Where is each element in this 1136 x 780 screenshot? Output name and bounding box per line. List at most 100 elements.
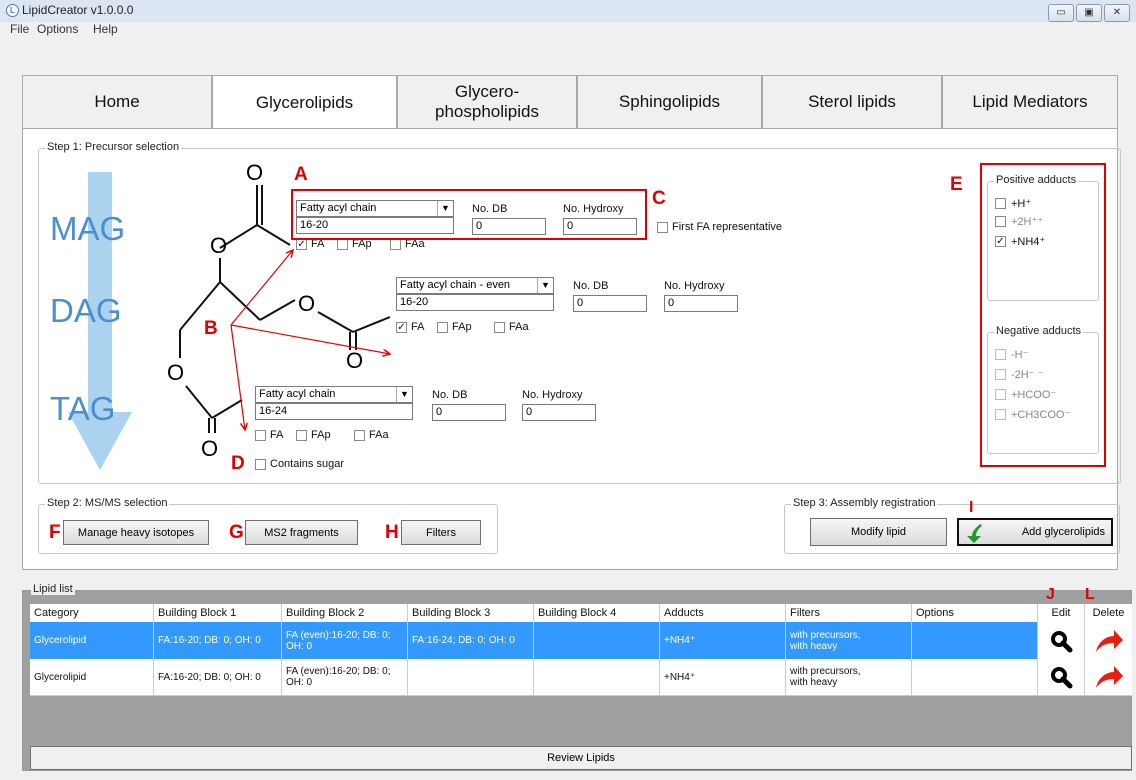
- adduct-2h-label: +2H⁺⁺: [1011, 216, 1044, 228]
- header-edit[interactable]: Edit: [1038, 604, 1085, 622]
- tab-sterol-lipids[interactable]: Sterol lipids: [762, 75, 942, 128]
- annotation-d: D: [231, 453, 245, 474]
- fa2-fa-label: FA: [411, 321, 425, 333]
- tab-lipid-mediators[interactable]: Lipid Mediators: [942, 75, 1118, 128]
- fa2-fap-label: FAp: [452, 321, 472, 333]
- fa1-fap-checkbox[interactable]: [337, 239, 348, 250]
- tab-bar: Home Glycerolipids Glycero- phospholipid…: [22, 75, 1118, 130]
- menu-options[interactable]: Options: [37, 22, 78, 36]
- cell-building-block-1: FA:16-20; DB: 0; OH: 0: [154, 622, 282, 659]
- fa3-hydroxy-label: No. Hydroxy: [522, 389, 583, 401]
- delete-arrow-icon: [1095, 666, 1123, 688]
- fa3-fap-checkbox[interactable]: [296, 430, 307, 441]
- fa3-faa-checkbox[interactable]: [354, 430, 365, 441]
- header-category[interactable]: Category: [30, 604, 154, 622]
- table-row[interactable]: Glycerolipid FA:16-20; DB: 0; OH: 0 FA (…: [30, 622, 1132, 659]
- fa3-range-input[interactable]: 16-24: [255, 403, 413, 420]
- modify-lipid-button[interactable]: Modify lipid: [810, 518, 947, 546]
- fa2-chain-value: Fatty acyl chain - even: [400, 279, 511, 291]
- fa2-hydroxy-input[interactable]: 0: [664, 295, 738, 312]
- cell-options: [912, 622, 1038, 659]
- header-building-block-3[interactable]: Building Block 3: [408, 604, 534, 622]
- fa3-chain-select[interactable]: Fatty acyl chain ▼: [255, 386, 413, 403]
- header-building-block-2[interactable]: Building Block 2: [282, 604, 408, 622]
- green-arrow-icon: [967, 524, 982, 543]
- annotation-c: C: [652, 188, 666, 209]
- cell-building-block-4: [534, 659, 660, 695]
- menu-bar: [0, 22, 1136, 40]
- fa3-db-label: No. DB: [432, 389, 468, 401]
- review-lipids-button[interactable]: Review Lipids: [30, 746, 1132, 770]
- adduct-2h-checkbox[interactable]: [995, 216, 1006, 227]
- app-icon: L: [6, 4, 19, 17]
- cell-adducts: +NH4⁺: [660, 659, 786, 695]
- adduct-neg-2h-checkbox[interactable]: [995, 369, 1006, 380]
- fa3-fa-checkbox[interactable]: [255, 430, 266, 441]
- fa3-db-input[interactable]: 0: [432, 404, 506, 421]
- adduct-h-checkbox[interactable]: [995, 198, 1006, 209]
- tab-glycerophospholipids[interactable]: Glycero- phospholipids: [397, 75, 577, 128]
- adduct-ch3coo-checkbox[interactable]: [995, 409, 1006, 420]
- cell-building-block-3: [408, 659, 534, 695]
- header-filters[interactable]: Filters: [786, 604, 912, 622]
- adduct-h-label: +H⁺: [1011, 198, 1032, 210]
- adduct-neg-2h-label: -2H⁻ ⁻: [1011, 369, 1044, 381]
- tab-home[interactable]: Home: [22, 75, 212, 128]
- header-options[interactable]: Options: [912, 604, 1038, 622]
- adduct-nh4-label: +NH4⁺: [1011, 236, 1046, 248]
- tab-glycerolipids[interactable]: Glycerolipids: [212, 75, 397, 130]
- maximize-button[interactable]: ▣: [1076, 4, 1102, 22]
- fa2-faa-label: FAa: [509, 321, 529, 333]
- annotation-f: F: [49, 522, 61, 543]
- fa2-fap-checkbox[interactable]: [437, 322, 448, 333]
- annotation-i: I: [969, 499, 974, 516]
- edit-button[interactable]: [1038, 659, 1085, 695]
- contains-sugar-checkbox[interactable]: [255, 459, 266, 470]
- oxygen-atom: O: [246, 160, 264, 185]
- adduct-hcoo-checkbox[interactable]: [995, 389, 1006, 400]
- cell-category: Glycerolipid: [30, 659, 154, 695]
- fa1-faa-checkbox[interactable]: [390, 239, 401, 250]
- cell-building-block-3: FA:16-24; DB: 0; OH: 0: [408, 622, 534, 659]
- ms2-fragments-button[interactable]: MS2 fragments: [245, 520, 358, 545]
- fa2-fa-checkbox[interactable]: ✓: [396, 322, 407, 333]
- cell-building-block-2: FA (even):16-20; DB: 0; OH: 0: [282, 659, 408, 695]
- first-fa-representative-checkbox[interactable]: [657, 222, 668, 233]
- menu-help[interactable]: Help: [93, 22, 118, 36]
- annotation-g: G: [229, 522, 244, 543]
- cell-building-block-4: [534, 622, 660, 659]
- fa2-db-input[interactable]: 0: [573, 295, 647, 312]
- delete-button[interactable]: [1085, 622, 1132, 659]
- fa2-chain-select[interactable]: Fatty acyl chain - even ▼: [396, 277, 554, 294]
- category-dag: DAG: [50, 292, 122, 329]
- header-building-block-1[interactable]: Building Block 1: [154, 604, 282, 622]
- cell-building-block-2: FA (even):16-20; DB: 0; OH: 0: [282, 622, 408, 659]
- annotation-e: E: [950, 174, 963, 195]
- first-fa-representative-label: First FA representative: [672, 221, 783, 233]
- fa2-faa-checkbox[interactable]: [494, 322, 505, 333]
- filters-button[interactable]: Filters: [401, 520, 481, 545]
- manage-heavy-isotopes-button[interactable]: Manage heavy isotopes: [63, 520, 209, 545]
- annotation-l: L: [1085, 586, 1095, 603]
- minimize-button[interactable]: ▭: [1048, 4, 1074, 22]
- fa1-fa-checkbox[interactable]: ✓: [296, 239, 307, 250]
- fa3-hydroxy-input[interactable]: 0: [522, 404, 596, 421]
- oxygen-atom: O: [201, 436, 219, 461]
- delete-button[interactable]: [1085, 659, 1132, 695]
- fa2-range-input[interactable]: 16-20: [396, 294, 554, 311]
- adduct-nh4-checkbox[interactable]: ✓: [995, 236, 1006, 247]
- fa2-db-label: No. DB: [573, 280, 609, 292]
- cell-options: [912, 659, 1038, 695]
- tab-sphingolipids[interactable]: Sphingolipids: [577, 75, 762, 128]
- annotation-a: A: [294, 164, 308, 185]
- title-bar: [0, 0, 1136, 22]
- header-building-block-4[interactable]: Building Block 4: [534, 604, 660, 622]
- contains-sugar-label: Contains sugar: [270, 458, 344, 470]
- close-button[interactable]: ✕: [1104, 4, 1130, 22]
- edit-button[interactable]: [1038, 622, 1085, 659]
- table-row[interactable]: Glycerolipid FA:16-20; DB: 0; OH: 0 FA (…: [30, 659, 1132, 696]
- menu-file[interactable]: File: [10, 22, 29, 36]
- header-adducts[interactable]: Adducts: [660, 604, 786, 622]
- header-delete[interactable]: Delete: [1085, 604, 1132, 622]
- adduct-neg-h-checkbox[interactable]: [995, 349, 1006, 360]
